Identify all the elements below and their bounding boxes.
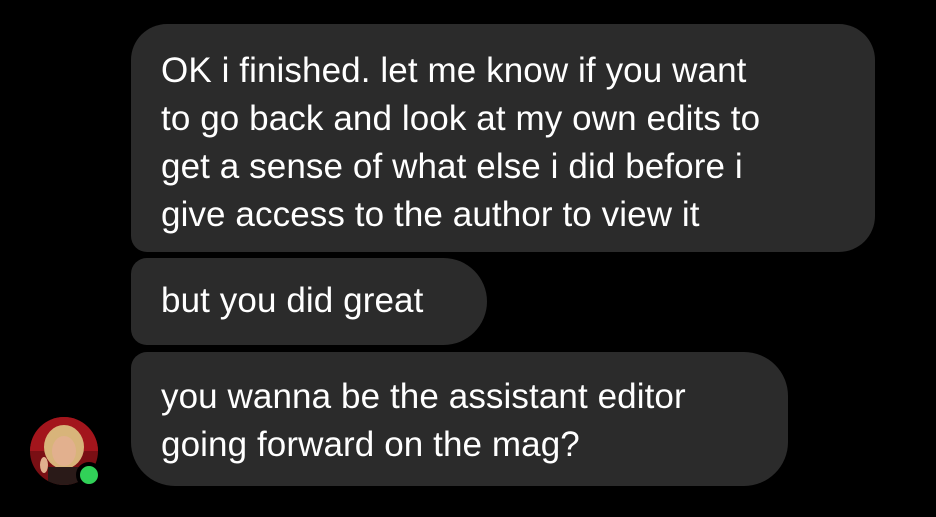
message-bubble[interactable]: you wanna be the assistant editor going … [131, 352, 788, 486]
online-status-indicator [76, 462, 102, 488]
message-bubble[interactable]: OK i finished. let me know if you want t… [131, 24, 875, 252]
message-thread: OK i finished. let me know if you want t… [0, 0, 936, 517]
message-bubble[interactable]: but you did great [131, 258, 487, 345]
